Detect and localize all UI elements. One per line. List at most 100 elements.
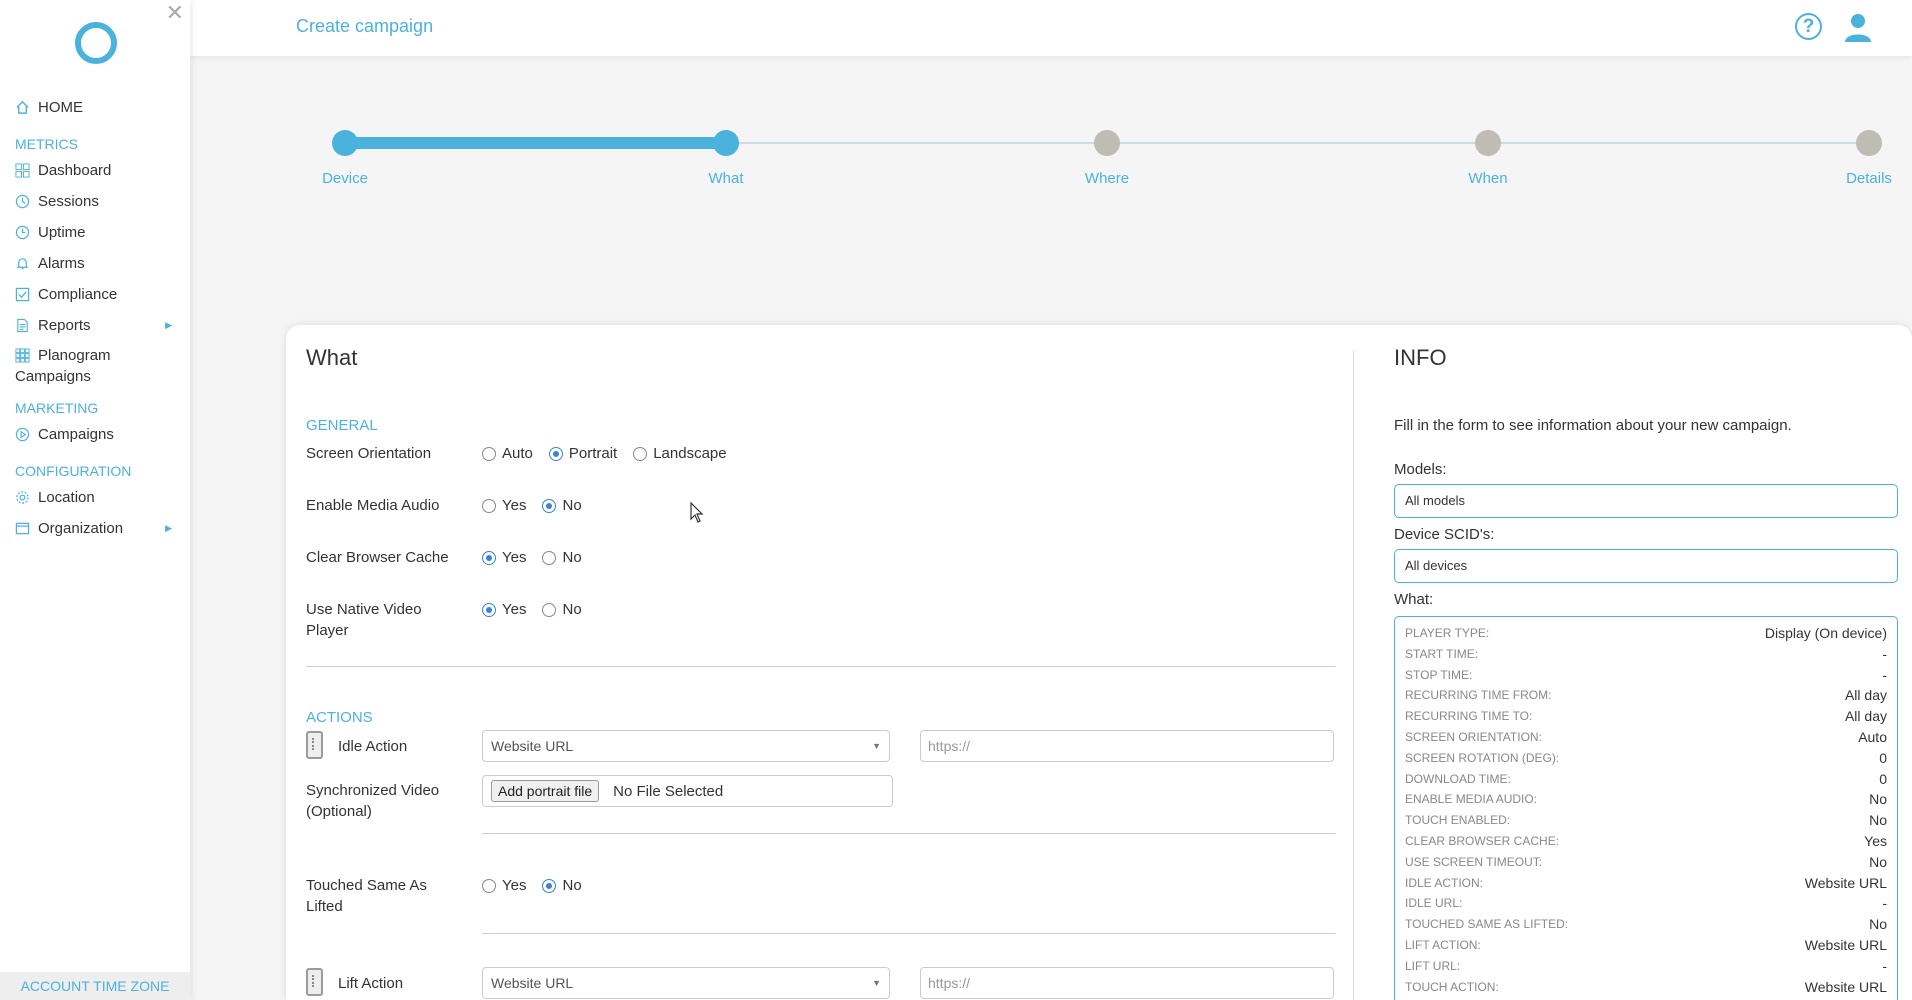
- sidebar-item-label: Planogram Campaigns: [15, 345, 111, 387]
- radio-button-selected[interactable]: [542, 498, 557, 513]
- summary-key: SCREEN ORIENTATION:: [1405, 729, 1542, 744]
- chevron-down-icon: ▼: [872, 978, 881, 988]
- idle-action-select[interactable]: Website URL ▼: [482, 730, 890, 762]
- sidebar-item-home[interactable]: HOME: [0, 92, 190, 123]
- radio-button[interactable]: [542, 550, 557, 565]
- summary-key: PLAYER TYPE:: [1405, 626, 1490, 640]
- sidebar-item-organization[interactable]: Organization ▶: [0, 513, 190, 544]
- radio-button[interactable]: [482, 498, 496, 513]
- close-icon[interactable]: ✕: [166, 2, 184, 24]
- summary-row: TOUCH ACTION: Website URL: [1405, 977, 1887, 998]
- radio-label: Yes: [502, 877, 527, 894]
- form-title: What: [306, 345, 358, 370]
- summary-value: Website URL: [1804, 978, 1887, 995]
- radio-orientation-portrait[interactable]: Portrait: [548, 445, 617, 462]
- radio-media-audio-yes[interactable]: Yes: [482, 497, 526, 514]
- radio-cache-no[interactable]: No: [542, 549, 582, 566]
- actions-section-title: ACTIONS: [306, 709, 373, 726]
- radio-label: Yes: [502, 497, 527, 514]
- radio-cache-yes[interactable]: Yes: [482, 549, 526, 566]
- section-configuration: CONFIGURATION: [15, 463, 132, 479]
- step-what-dot[interactable]: [713, 130, 739, 156]
- radio-orientation-auto[interactable]: Auto: [482, 445, 533, 462]
- lift-url-input[interactable]: https://: [920, 967, 1334, 999]
- summary-key: LIFT URL:: [1405, 958, 1461, 973]
- info-description: Fill in the form to see information abou…: [1394, 417, 1792, 434]
- device-scids-label: Device SCID's:: [1394, 526, 1495, 543]
- sidebar-item-planogram-campaigns[interactable]: Planogram Campaigns: [0, 341, 190, 387]
- radio-media-audio-no[interactable]: No: [542, 497, 582, 514]
- step-device-label[interactable]: Device: [322, 170, 368, 187]
- sidebar-item-label: Alarms: [38, 255, 85, 272]
- summary-row: TOUCH ENABLED: No: [1405, 810, 1887, 831]
- sidebar-item-reports[interactable]: Reports ▶: [0, 310, 190, 341]
- play-circle-icon: [15, 427, 30, 442]
- summary-row: CLEAR BROWSER CACHE: Yes: [1405, 831, 1887, 852]
- radio-label: Landscape: [653, 445, 727, 462]
- radio-touched-no[interactable]: No: [542, 877, 582, 894]
- chevron-right-icon: ▶: [165, 320, 172, 330]
- native-video-player-radio-group: Yes No: [482, 601, 598, 618]
- gear-icon: [15, 490, 30, 505]
- sidebar-item-compliance[interactable]: Compliance: [0, 279, 190, 310]
- summary-row: SCREEN ORIENTATION: Auto: [1405, 727, 1887, 748]
- summary-key: USE SCREEN TIMEOUT:: [1405, 854, 1543, 869]
- step-what-label[interactable]: What: [708, 170, 743, 187]
- sidebar-item-sessions[interactable]: Sessions: [0, 186, 190, 217]
- sidebar-item-label: Organization: [38, 520, 124, 537]
- step-details-dot[interactable]: [1856, 130, 1882, 156]
- summary-key: CLEAR BROWSER CACHE:: [1405, 833, 1560, 848]
- sidebar-item-label: Compliance: [38, 286, 118, 303]
- clear-browser-cache-label: Clear Browser Cache: [306, 549, 449, 566]
- radio-button[interactable]: [482, 878, 496, 893]
- sidebar: ✕ HOME METRICS Dashboard Sessions Uptime…: [0, 0, 190, 1000]
- summary-row: RECURRING TIME FROM: All day: [1405, 685, 1887, 706]
- app-logo[interactable]: [75, 22, 117, 64]
- synchronized-video-file-input[interactable]: Add portrait file No File Selected: [482, 775, 893, 807]
- sidebar-item-dashboard[interactable]: Dashboard: [0, 155, 190, 186]
- lift-action-select[interactable]: Website URL ▼: [482, 967, 890, 999]
- radio-touched-yes[interactable]: Yes: [482, 877, 526, 894]
- summary-row: STOP TIME: -: [1405, 665, 1887, 686]
- help-icon[interactable]: ?: [1795, 13, 1822, 40]
- sidebar-item-location[interactable]: Location: [0, 482, 190, 513]
- what-summary-box: PLAYER TYPE: Display (On device) START TIM…: [1394, 616, 1898, 1000]
- radio-label: No: [562, 877, 582, 894]
- sidebar-item-label: Uptime: [38, 224, 86, 241]
- summary-key: START TIME:: [1405, 646, 1479, 661]
- step-when-dot[interactable]: [1475, 130, 1501, 156]
- summary-value: -: [1882, 957, 1887, 974]
- radio-button[interactable]: [633, 446, 648, 461]
- section-metrics: METRICS: [15, 136, 78, 152]
- radio-native-video-yes[interactable]: Yes: [482, 601, 526, 618]
- radio-orientation-landscape[interactable]: Landscape: [633, 445, 727, 462]
- mouse-cursor-icon: [690, 502, 704, 523]
- summary-value: No: [1869, 853, 1887, 870]
- add-portrait-file-button[interactable]: Add portrait file: [491, 780, 600, 802]
- step-where-dot[interactable]: [1094, 130, 1120, 156]
- radio-button[interactable]: [542, 602, 557, 617]
- summary-row: IDLE ACTION: Website URL: [1405, 873, 1887, 894]
- idle-url-input[interactable]: https://: [920, 730, 1334, 762]
- models-label: Models:: [1394, 461, 1447, 478]
- radio-native-video-no[interactable]: No: [542, 601, 582, 618]
- section-divider: [482, 933, 1336, 934]
- step-where-label[interactable]: Where: [1085, 170, 1129, 187]
- sidebar-item-uptime[interactable]: Uptime: [0, 217, 190, 248]
- radio-button-selected[interactable]: [482, 602, 496, 617]
- summary-value: Display (On device): [1764, 625, 1887, 641]
- step-details-label[interactable]: Details: [1846, 170, 1892, 187]
- summary-value: Auto: [1858, 728, 1887, 745]
- account-time-zone[interactable]: ACCOUNT TIME ZONE: [0, 972, 190, 1000]
- radio-button-selected[interactable]: [548, 446, 563, 461]
- step-device-dot[interactable]: [332, 130, 358, 156]
- radio-button[interactable]: [482, 446, 496, 461]
- sidebar-item-alarms[interactable]: Alarms: [0, 248, 190, 279]
- sidebar-item-campaigns[interactable]: Campaigns: [0, 419, 190, 450]
- radio-label: Yes: [502, 601, 527, 618]
- radio-button-selected[interactable]: [542, 878, 557, 893]
- summary-value: -: [1882, 666, 1887, 683]
- user-icon[interactable]: [1844, 12, 1872, 42]
- step-when-label[interactable]: When: [1468, 170, 1507, 187]
- radio-button-selected[interactable]: [482, 550, 496, 565]
